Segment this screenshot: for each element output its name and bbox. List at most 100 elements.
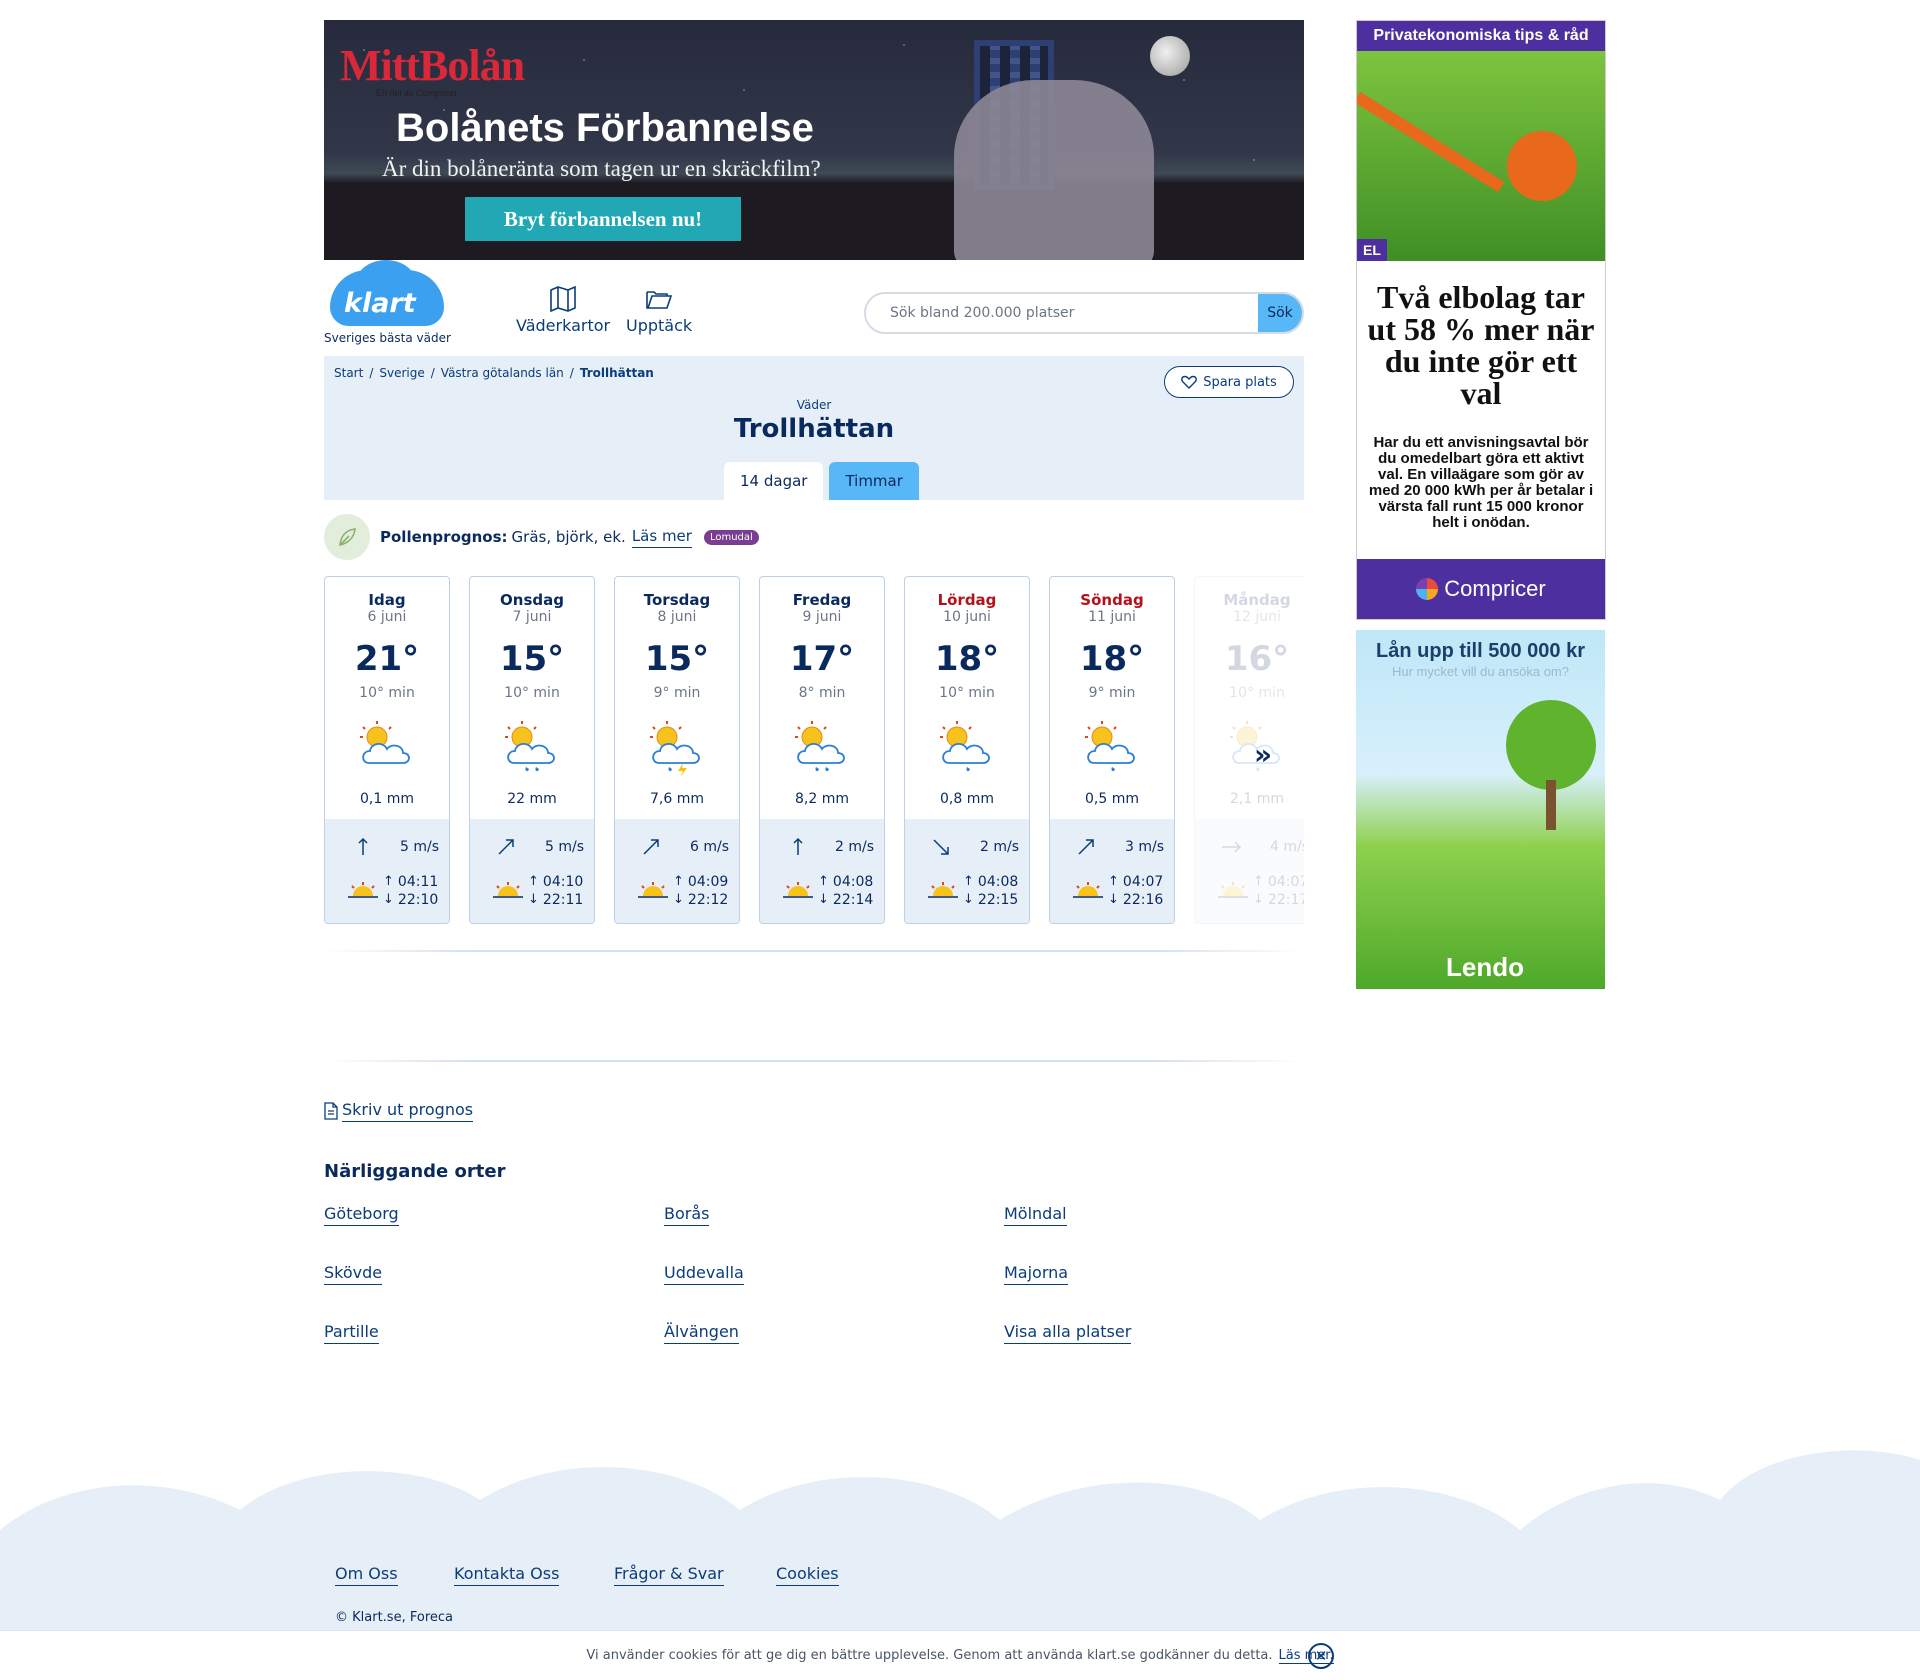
day-card[interactable]: Söndag 11 juni 18° 9° min 0,5 mm 3 m/s ↑ ↓ 04:07…: [1049, 576, 1175, 924]
day-forecast-list: Idag 6 juni 21° 10° min 0,1 mm 5 m/s ↑ ↓ 04:11 22…: [324, 576, 1304, 926]
nearby-link[interactable]: Uddevalla: [664, 1263, 744, 1285]
print-forecast-link[interactable]: Skriv ut prognos: [324, 1100, 474, 1122]
day-sunrise: 04:10: [542, 874, 584, 890]
day-min-temp: 9° min: [653, 685, 701, 701]
folder-icon: [646, 291, 673, 309]
tab-timmar[interactable]: Timmar: [829, 462, 919, 500]
nearby-link[interactable]: Skövde: [324, 1263, 383, 1285]
klart-logo[interactable]: klart Sveriges bästa väder: [324, 260, 454, 346]
day-max-temp: 15°: [644, 639, 710, 679]
ad-footer-logo: Compricer: [1357, 559, 1605, 619]
forecast-tabs: 14 dagar Timmar: [724, 462, 919, 500]
side-ad-elbolag[interactable]: Privatekonomiska tips & råd EL Två elbol…: [1356, 20, 1606, 620]
day-sunrise: 04:08: [832, 874, 874, 890]
wind-direction-icon: [358, 837, 368, 855]
nearby-link[interactable]: Mölndal: [1004, 1204, 1067, 1226]
ad-subtitle: Är din bolåneränta som tagen ur en skräc…: [382, 156, 821, 181]
pollen-forecast: Pollenprognos: Gräs, björk, ek. Läs mer …: [324, 514, 759, 560]
ad-tree-image: [1506, 700, 1596, 790]
footer-link-faq[interactable]: Frågor & Svar: [614, 1564, 724, 1586]
sunrise-sunset-icon: [348, 882, 378, 898]
day-date: 10 juni: [943, 609, 991, 625]
day-min-temp: 10° min: [939, 685, 995, 701]
day-sun: ↑ ↓ 04:07 22:16: [1072, 873, 1163, 909]
footer-link-cookies[interactable]: Cookies: [776, 1564, 839, 1586]
ad-brand: Compricer: [1444, 576, 1546, 601]
breadcrumb: Start / Sverige / Västra götalands län / Troll…: [334, 366, 654, 380]
location-panel: Start / Sverige / Västra götalands län / Troll…: [324, 356, 1304, 500]
search-input[interactable]: [866, 294, 1258, 332]
day-card[interactable]: Torsdag 8 juni 15° 9° min 7,6 mm 6 m/s ↑ ↓ 04:09…: [614, 576, 740, 924]
sun-cloud-thunder-icon: [645, 719, 711, 779]
day-card[interactable]: Måndag12 juni16°10° min2,1 mm4 m/s↑↓04:0…: [1194, 576, 1304, 924]
day-precipitation: 0,8 mm: [940, 791, 994, 807]
day-name: Fredag: [792, 591, 852, 609]
heart-icon: [1181, 375, 1198, 389]
ad-lendo-subtitle: Hur mycket vill du ansöka om?: [1391, 664, 1569, 679]
nearby-link[interactable]: Göteborg: [324, 1204, 399, 1226]
ad-headline: Två elbolag tar ut 58 % mer när du inte …: [1367, 279, 1595, 411]
day-name: Lördag: [937, 591, 997, 609]
day-card[interactable]: Fredag 9 juni 17° 8° min 8,2 mm 2 m/s ↑ ↓ 04:08 2…: [759, 576, 885, 924]
nearby-link[interactable]: Borås: [664, 1204, 710, 1226]
nearby-title: Närliggande orter: [324, 1161, 506, 1182]
partly-cloudy-icon: [355, 719, 421, 779]
copyright: © Klart.se, Foreca: [335, 1610, 453, 1625]
close-icon[interactable]: ✕: [1308, 1643, 1334, 1669]
day-sunrise: 04:09: [687, 874, 729, 890]
sunrise-sunset-icon: [1218, 882, 1248, 898]
day-wind: 5 m/s: [494, 835, 584, 859]
save-place-label: Spara plats: [1203, 374, 1277, 390]
top-banner-ad[interactable]: MittBolån En del av Compricer Bolånets F…: [324, 20, 1304, 260]
sunrise-sunset-icon: [638, 882, 668, 898]
day-wind: 5 m/s: [349, 835, 439, 859]
pollen-read-more-link[interactable]: Läs mer: [631, 527, 692, 548]
day-date: 8 juni: [657, 609, 697, 625]
nav-upptack[interactable]: Upptäck: [626, 286, 692, 335]
day-precipitation: 0,1 mm: [360, 791, 414, 807]
nearby-link[interactable]: Älvängen: [664, 1322, 739, 1344]
day-max-temp: 21°: [354, 639, 420, 679]
sun-cloud-drizzle-icon: [935, 719, 1001, 779]
day-sun: ↑ ↓ 04:09 22:12: [637, 873, 728, 909]
scroll-right-icon[interactable]: »: [1254, 738, 1272, 771]
day-card[interactable]: Idag 6 juni 21° 10° min 0,1 mm 5 m/s ↑ ↓ 04:11 22…: [324, 576, 450, 924]
day-wind-speed: 4 m/s: [1269, 839, 1304, 855]
ad-lendo-title: Lån upp till 500 000 kr: [1376, 640, 1585, 662]
day-date: 11 juni: [1088, 609, 1136, 625]
nav-vaderkartor[interactable]: Väderkartor: [516, 286, 610, 335]
nearby-link[interactable]: Majorna: [1004, 1263, 1069, 1285]
day-max-temp: 15°: [499, 639, 565, 679]
save-place-button[interactable]: Spara plats: [1164, 366, 1294, 398]
footer-link-om-oss[interactable]: Om Oss: [335, 1564, 398, 1586]
day-sunset: 22:16: [1122, 892, 1164, 908]
nearby-link[interactable]: Partille: [324, 1322, 379, 1344]
day-min-temp: 10° min: [359, 685, 415, 701]
day-sunrise: 04:07: [1122, 874, 1164, 890]
day-sunset: 22:12: [687, 892, 729, 908]
ad-title: Bolånets Förbannelse: [396, 106, 814, 150]
side-ad-lendo[interactable]: Lån upp till 500 000 kr Hur mycket vill …: [1356, 630, 1605, 989]
day-sun: ↑↓04:0722:17: [1217, 873, 1304, 909]
nearby-all-link[interactable]: Visa alla platser: [1004, 1322, 1132, 1344]
day-card[interactable]: Lördag 10 juni 18° 10° min 0,8 mm 2 m/s ↑ ↓ 04:0…: [904, 576, 1030, 924]
ad-cta-button[interactable]: Bryt förbannelsen nu!: [465, 197, 741, 241]
day-date: 9 juni: [802, 609, 842, 625]
breadcrumb-start[interactable]: Start: [334, 366, 363, 380]
search-box: Sök: [864, 292, 1304, 334]
logo-text: klart: [344, 288, 416, 319]
breadcrumb-sverige[interactable]: Sverige: [379, 366, 424, 380]
footer-link-kontakta[interactable]: Kontakta Oss: [454, 1564, 560, 1586]
wind-direction-icon: [933, 839, 949, 855]
wind-direction-icon: [498, 839, 514, 855]
day-sun: ↑ ↓ 04:08 22:14: [782, 873, 873, 909]
day-sun: ↑ ↓ 04:10 22:11: [492, 873, 583, 909]
breadcrumb-lan[interactable]: Västra götalands län: [441, 366, 564, 380]
tab-14-dagar[interactable]: 14 dagar: [724, 462, 824, 500]
search-button[interactable]: Sök: [1258, 294, 1302, 332]
sunrise-sunset-icon: [928, 882, 958, 898]
day-card[interactable]: Onsdag 7 juni 15° 10° min 22 mm 5 m/s ↑ ↓ 04:10 2…: [469, 576, 595, 924]
sunrise-sunset-icon: [783, 882, 813, 898]
day-min-temp: 9° min: [1088, 685, 1136, 701]
wind-direction-icon: [643, 839, 659, 855]
